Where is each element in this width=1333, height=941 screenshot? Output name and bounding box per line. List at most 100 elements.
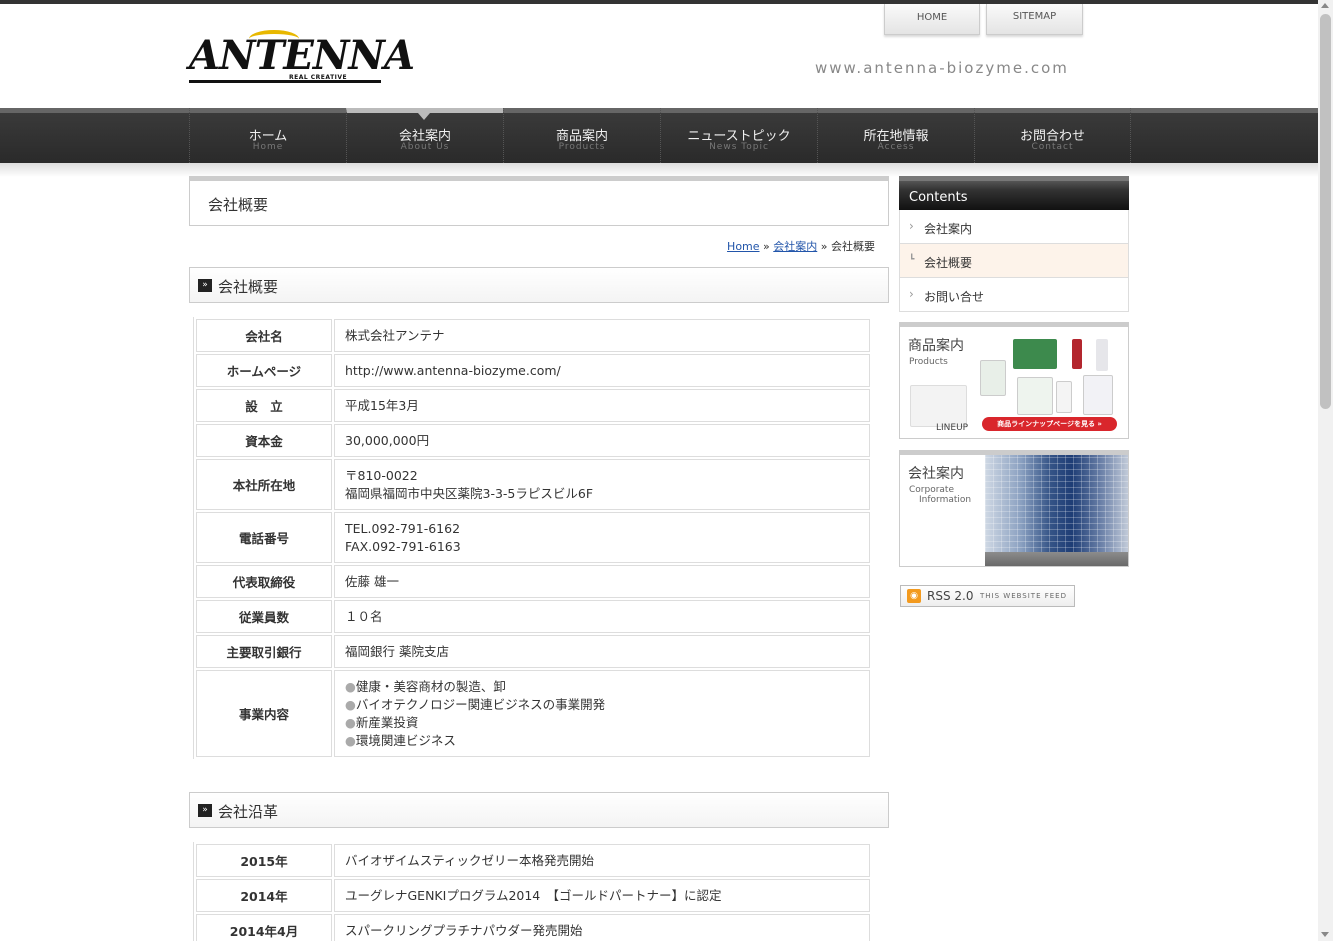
tel: TEL.092-791-6162 [345, 520, 461, 536]
row-header: 資本金 [196, 424, 332, 457]
lineup-label: LINEUP [936, 423, 969, 433]
nav-sublabel: Access [877, 142, 915, 152]
nav-contact[interactable]: お問合わせ Contact [974, 108, 1131, 163]
scroll-up-icon[interactable] [1321, 3, 1329, 8]
top-border [0, 0, 1318, 4]
nav-news[interactable]: ニューストピック News Topic [660, 108, 817, 163]
rss-feed-button[interactable]: ◉ RSS 2.0 THIS WEBSITE FEED [900, 585, 1075, 607]
row-value: ●健康・美容商材の製造、卸 ●バイオテクノロジー関連ビジネスの事業開発 ●新産業… [334, 670, 870, 757]
list-item: ●健康・美容商材の製造、卸 [345, 678, 506, 694]
sidebar-item-label: 会社概要 [924, 256, 973, 270]
row-header: 従業員数 [196, 600, 332, 633]
row-header: 2014年 [196, 879, 332, 912]
product-box-image [910, 385, 967, 427]
row-value: 佐藤 雄一 [334, 565, 870, 598]
site-logo[interactable]: ANTENNA REAL CREATIVE [189, 30, 415, 86]
home-button[interactable]: HOME [884, 4, 980, 35]
table-row: 電話番号 TEL.092-791-6162 FAX.092-791-6163 [196, 512, 870, 563]
double-chevron-icon: » [198, 279, 212, 292]
row-value: 福岡銀行 薬院支店 [334, 635, 870, 668]
list-item: ●新産業投資 [345, 714, 419, 730]
banner-title: 会社案内 [908, 466, 964, 482]
bullet-icon: ● [345, 714, 356, 730]
table-row: 2014年4月 スパークリングプラチナパウダー発売開始 [196, 914, 870, 941]
building-image [985, 455, 1128, 566]
nav-sublabel: Products [558, 142, 606, 152]
breadcrumb: Home » 会社案内 » 会社概要 [189, 238, 875, 254]
bullet-icon: ● [345, 732, 356, 748]
table-row: 資本金 30,000,000円 [196, 424, 870, 457]
row-header: 本社所在地 [196, 459, 332, 510]
breadcrumb-parent-link[interactable]: 会社案内 [773, 240, 817, 253]
nav-sublabel: Contact [1031, 142, 1074, 152]
row-value: 30,000,000円 [334, 424, 870, 457]
page: ANTENNA REAL CREATIVE HOME SITEMAP www.a… [0, 0, 1318, 941]
breadcrumb-separator: » [820, 240, 828, 253]
nav-sublabel: About Us [400, 142, 450, 152]
company-history-table: 2015年 バイオザイムスティックゼリー本格発売開始 2014年 ユーグレナGE… [193, 842, 872, 941]
row-header: 2014年4月 [196, 914, 332, 941]
nav-active-arrow-icon [418, 113, 430, 120]
breadcrumb-home-link[interactable]: Home [727, 240, 759, 253]
nav-sublabel: News Topic [709, 142, 769, 152]
logo-subtitle: REAL CREATIVE [289, 74, 348, 81]
table-row: 設 立 平成15年3月 [196, 389, 870, 422]
sitemap-button[interactable]: SITEMAP [986, 4, 1083, 35]
row-header: 事業内容 [196, 670, 332, 757]
bullet-icon: ● [345, 696, 356, 712]
nav-home[interactable]: ホーム Home [189, 108, 346, 163]
scrollbar-thumb[interactable] [1320, 14, 1331, 409]
table-row: ホームページ http://www.antenna-biozyme.com/ [196, 354, 870, 387]
row-header: 2015年 [196, 844, 332, 877]
rss-sublabel: THIS WEBSITE FEED [980, 592, 1067, 600]
banner-subtitle: Corporate Information [909, 485, 972, 505]
nav-shadow [0, 163, 1318, 177]
product-bottle-image [1096, 339, 1108, 371]
nav-access[interactable]: 所在地情報 Access [817, 108, 974, 163]
sidebar-item-about[interactable]: › 会社案内 [899, 210, 1129, 244]
scroll-down-icon[interactable] [1321, 932, 1329, 937]
banner-subtitle: Products [909, 357, 948, 367]
sidebar-item-inquiry[interactable]: › お問い合せ [899, 278, 1129, 312]
list-item: ●環境関連ビジネス [345, 732, 456, 748]
nav-sublabel: Home [252, 142, 284, 152]
list-item: ●バイオテクノロジー関連ビジネスの事業開発 [345, 696, 606, 712]
product-bottle-image [980, 360, 1006, 396]
site-url: www.antenna-biozyme.com [815, 59, 1069, 77]
table-row: 代表取締役 佐藤 雄一 [196, 565, 870, 598]
products-banner[interactable]: 商品案内 Products LINEUP 商品ラインナップページを見る » [899, 322, 1129, 439]
sidebar-item-profile[interactable]: ┗ 会社概要 [899, 244, 1129, 278]
row-header: 設 立 [196, 389, 332, 422]
rss-label: RSS 2.0 [927, 589, 974, 603]
breadcrumb-separator: » [763, 240, 770, 253]
lineup-button[interactable]: 商品ラインナップページを見る » [982, 417, 1117, 431]
table-row: 2015年 バイオザイムスティックゼリー本格発売開始 [196, 844, 870, 877]
fax: FAX.092-791-6163 [345, 538, 461, 554]
company-profile-table: 会社名 株式会社アンテナ ホームページ http://www.antenna-b… [193, 317, 872, 759]
logo-text: ANTENNA [189, 32, 415, 79]
chevron-right-icon: › [909, 219, 914, 233]
breadcrumb-current: 会社概要 [831, 240, 875, 253]
row-value: http://www.antenna-biozyme.com/ [334, 354, 870, 387]
section-heading-profile: » 会社概要 [189, 267, 889, 303]
row-value: TEL.092-791-6162 FAX.092-791-6163 [334, 512, 870, 563]
section-title: 会社概要 [218, 278, 279, 296]
row-header: 会社名 [196, 319, 332, 352]
page-title-box: 会社概要 [189, 176, 889, 226]
company-banner[interactable]: 会社案内 Corporate Information [899, 450, 1129, 567]
sidebar-item-label: 会社案内 [924, 222, 973, 236]
table-row: 主要取引銀行 福岡銀行 薬院支店 [196, 635, 870, 668]
table-row: 従業員数 １０名 [196, 600, 870, 633]
product-bottle-image [1056, 381, 1072, 413]
sidebar-item-label: お問い合せ [924, 290, 985, 304]
rss-icon: ◉ [907, 589, 921, 603]
product-jar-image [1017, 377, 1053, 415]
row-value: バイオザイムスティックゼリー本格発売開始 [334, 844, 870, 877]
table-row: 会社名 株式会社アンテナ [196, 319, 870, 352]
section-title: 会社沿革 [218, 803, 279, 821]
nav-products[interactable]: 商品案内 Products [503, 108, 660, 163]
row-header: 代表取締役 [196, 565, 332, 598]
row-header: 主要取引銀行 [196, 635, 332, 668]
product-tube-image [1072, 339, 1082, 369]
row-header: ホームページ [196, 354, 332, 387]
